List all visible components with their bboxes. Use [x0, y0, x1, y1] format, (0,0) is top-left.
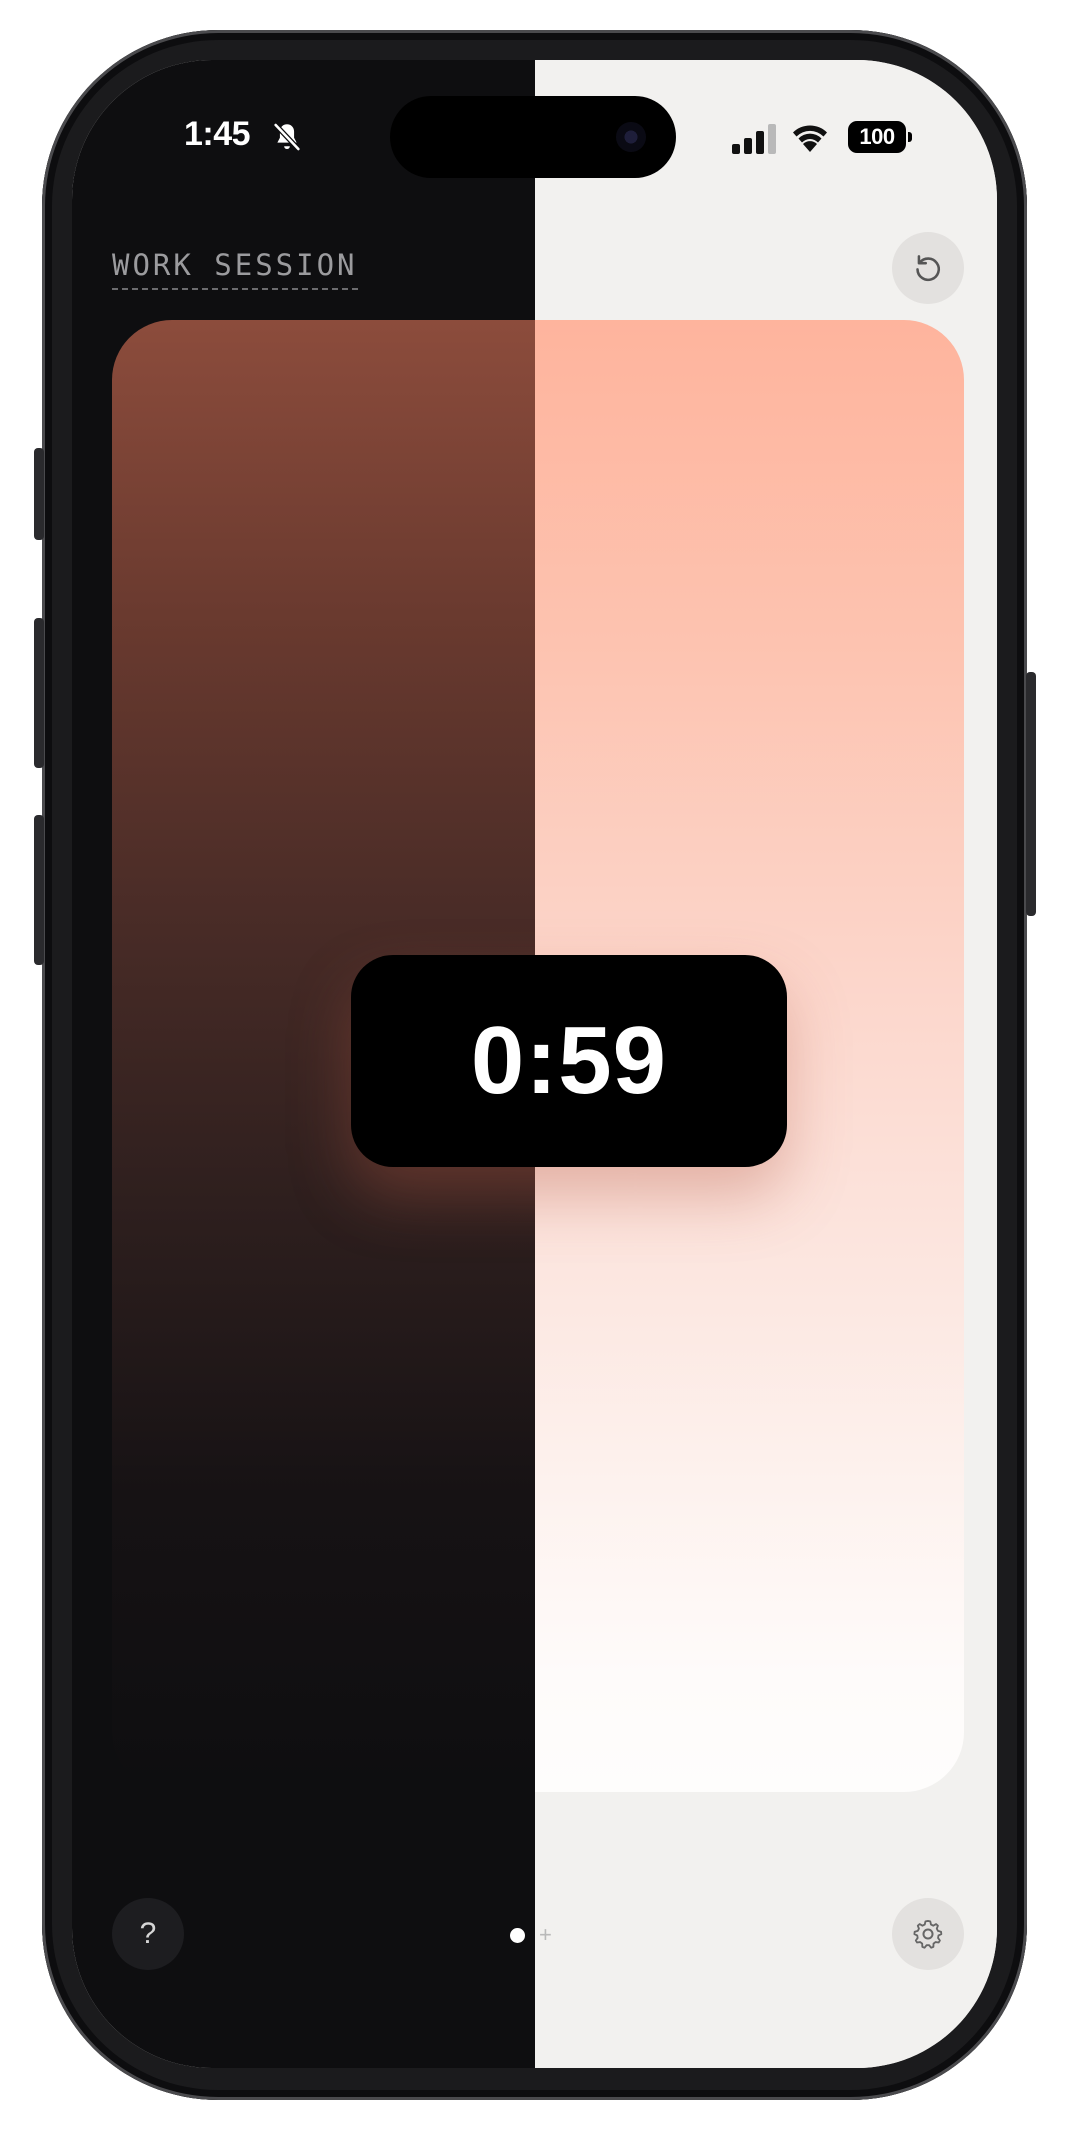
reset-button[interactable] — [892, 232, 964, 304]
power-button — [1026, 672, 1036, 916]
bell-slash-icon — [273, 122, 301, 152]
camera-icon — [616, 122, 646, 152]
help-button[interactable]: ? — [112, 1898, 184, 1970]
add-page-button[interactable]: + — [539, 1924, 552, 1946]
dynamic-island — [390, 96, 676, 178]
action-button — [34, 448, 44, 540]
signal-icon — [732, 124, 776, 154]
page-indicator[interactable]: + — [510, 1922, 552, 1948]
reset-icon — [916, 255, 941, 282]
screen: 1:45 100 WORK SESSION 0:59 ? + — [72, 60, 997, 2068]
wifi-icon — [793, 125, 827, 152]
gear-icon — [913, 1920, 943, 1949]
volume-up-button — [34, 618, 44, 768]
battery-icon: 100 — [848, 121, 912, 153]
timer-display[interactable]: 0:59 — [351, 955, 787, 1167]
status-time: 1:45 — [184, 115, 251, 153]
session-title[interactable]: WORK SESSION — [112, 248, 358, 290]
page-dot-active[interactable] — [510, 1927, 525, 1943]
settings-button[interactable] — [892, 1898, 964, 1970]
volume-down-button — [34, 815, 44, 965]
status-bar: 1:45 100 — [72, 60, 997, 220]
